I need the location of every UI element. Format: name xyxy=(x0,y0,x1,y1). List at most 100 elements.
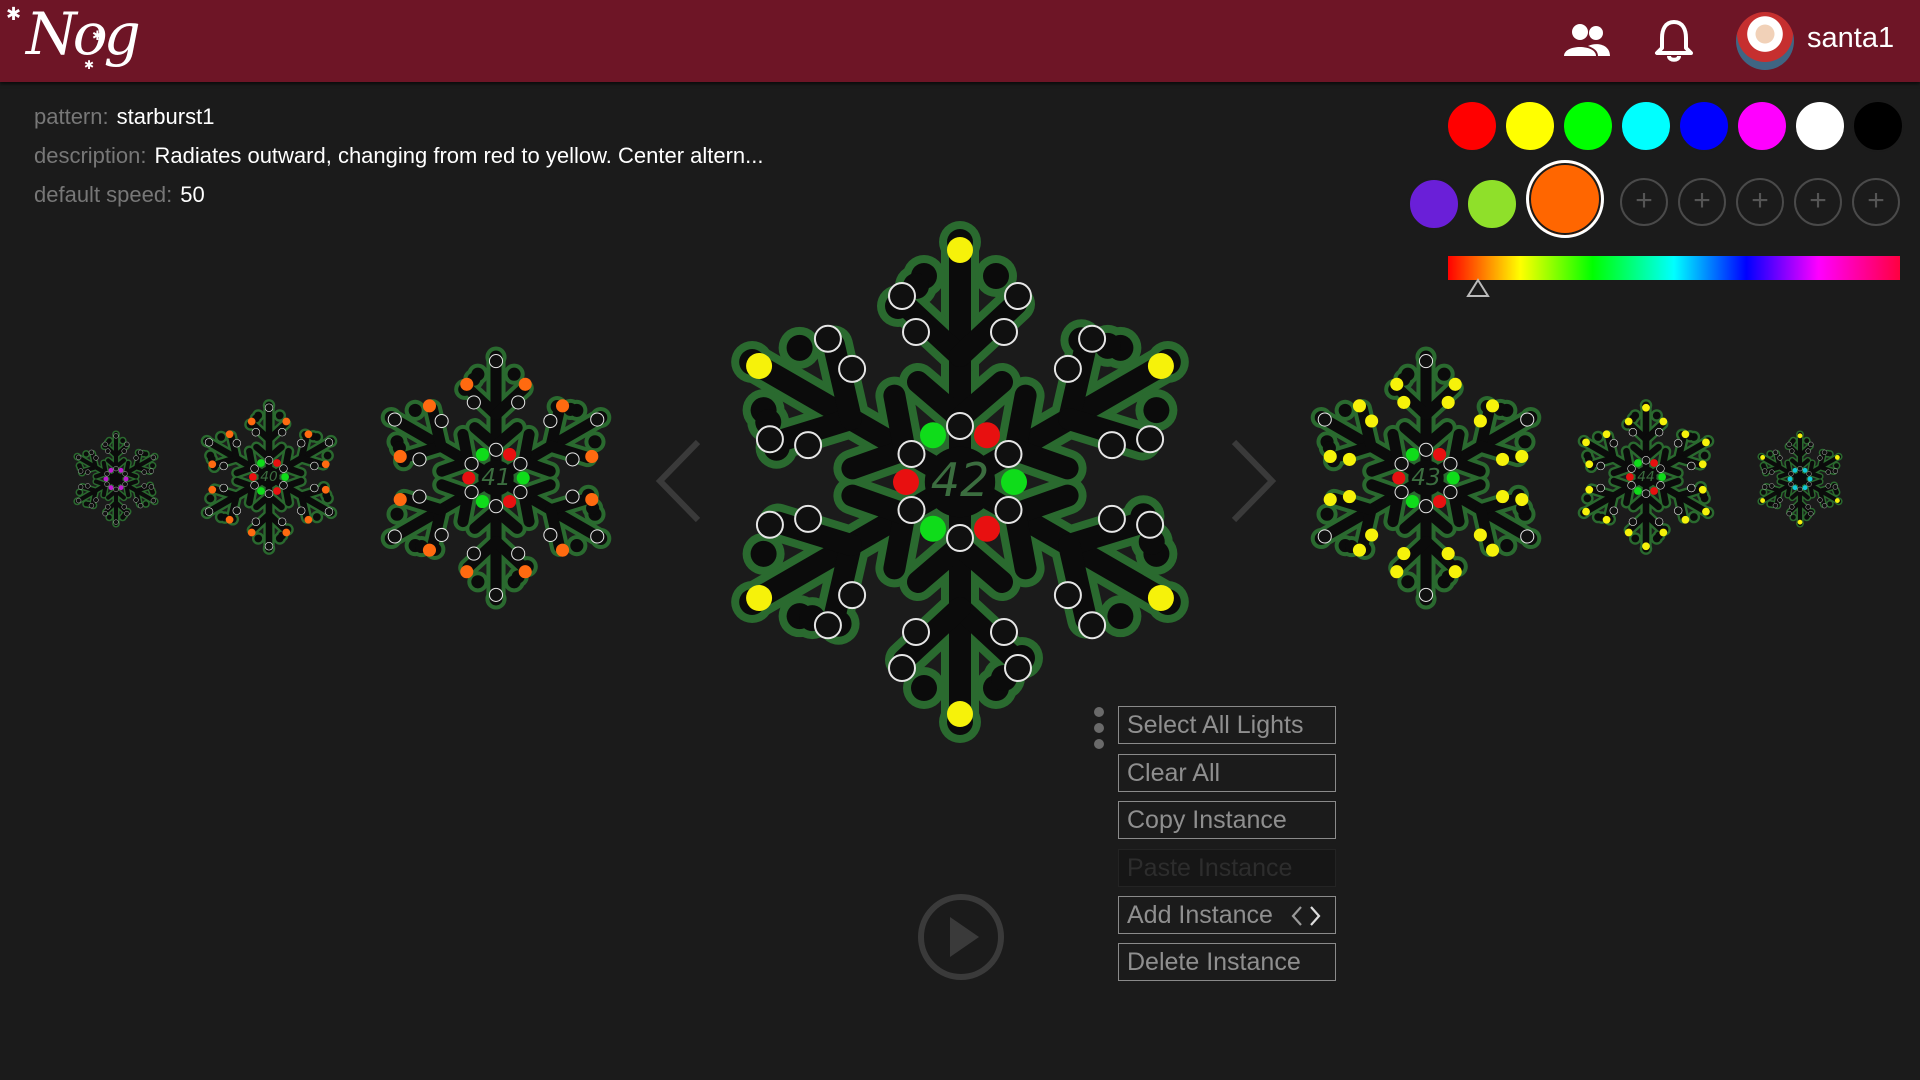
light-bulb[interactable] xyxy=(1786,511,1792,517)
light-bulb[interactable] xyxy=(1418,354,1434,369)
light-bulb[interactable] xyxy=(393,493,407,507)
light-bulb[interactable] xyxy=(1786,441,1792,447)
light-bulb[interactable] xyxy=(78,484,84,490)
light-bulb[interactable] xyxy=(920,515,946,542)
light-bulb[interactable] xyxy=(488,442,504,457)
light-bulb[interactable] xyxy=(1832,468,1838,474)
light-bulb[interactable] xyxy=(794,504,823,533)
light-bulb[interactable] xyxy=(124,511,130,517)
light-bulb[interactable] xyxy=(1004,282,1032,310)
light-bulb[interactable] xyxy=(1582,507,1590,516)
light-bulb[interactable] xyxy=(1405,495,1419,509)
light-bulb[interactable] xyxy=(1352,543,1366,557)
light-bulb[interactable] xyxy=(990,318,1018,346)
people-icon[interactable] xyxy=(1562,22,1612,58)
light-bulb[interactable] xyxy=(1760,498,1766,503)
light-bulb[interactable] xyxy=(113,519,119,525)
snowflake-next[interactable]: 43 xyxy=(1296,330,1556,626)
light-bulb[interactable] xyxy=(511,546,526,561)
light-bulb[interactable] xyxy=(990,618,1018,646)
color-swatch[interactable] xyxy=(1678,100,1730,152)
light-bulb[interactable] xyxy=(1687,483,1696,493)
light-bulb[interactable] xyxy=(1323,449,1337,463)
light-bulb[interactable] xyxy=(513,456,528,471)
light-bulb[interactable] xyxy=(1394,485,1409,500)
light-bulb[interactable] xyxy=(1317,529,1332,544)
light-bulb[interactable] xyxy=(434,527,449,543)
light-bulb[interactable] xyxy=(1418,442,1434,457)
light-bulb[interactable] xyxy=(1053,581,1082,610)
light-bulb[interactable] xyxy=(1097,504,1126,533)
light-bulb[interactable] xyxy=(1762,484,1768,490)
light-bulb[interactable] xyxy=(324,507,334,516)
light-bulb[interactable] xyxy=(1797,519,1803,525)
light-bulb[interactable] xyxy=(122,471,128,477)
light-bulb[interactable] xyxy=(137,503,144,509)
light-bulb[interactable] xyxy=(78,468,84,474)
light-bulb[interactable] xyxy=(1317,412,1332,427)
snowflake-previous[interactable]: 41 xyxy=(366,330,626,626)
light-bulb[interactable] xyxy=(503,495,517,509)
light-bulb[interactable] xyxy=(1136,510,1165,539)
light-bulb[interactable] xyxy=(794,431,823,460)
light-bulb[interactable] xyxy=(102,511,108,517)
light-bulb[interactable] xyxy=(1397,547,1411,561)
light-bulb[interactable] xyxy=(1627,481,1636,490)
light-bulb[interactable] xyxy=(208,485,217,494)
light-bulb[interactable] xyxy=(251,517,261,526)
light-bulb[interactable] xyxy=(122,481,128,487)
light-bulb[interactable] xyxy=(475,495,489,509)
light-bulb[interactable] xyxy=(1808,441,1814,447)
light-bulb[interactable] xyxy=(1585,460,1594,469)
bell-icon[interactable] xyxy=(1654,18,1694,62)
light-bulb[interactable] xyxy=(488,499,504,514)
next-arrow-icon[interactable] xyxy=(1228,438,1280,524)
light-bulb[interactable] xyxy=(88,449,95,455)
light-bulb[interactable] xyxy=(1433,447,1447,461)
add-instance-button[interactable]: Add Instance xyxy=(1118,896,1336,934)
light-bulb[interactable] xyxy=(1681,430,1690,439)
light-bulb[interactable] xyxy=(1392,471,1406,485)
light-bulb[interactable] xyxy=(1698,460,1707,469)
light-bulb[interactable] xyxy=(1805,504,1811,510)
color-spectrum-slider[interactable] xyxy=(1448,256,1900,280)
light-bulb[interactable] xyxy=(108,467,114,473)
light-bulb[interactable] xyxy=(1596,461,1605,471)
light-bulb[interactable] xyxy=(225,430,234,439)
light-bulb[interactable] xyxy=(250,464,259,473)
light-bulb[interactable] xyxy=(219,461,228,471)
light-bulb[interactable] xyxy=(1681,515,1690,524)
user-name[interactable]: santa1 xyxy=(1807,22,1894,55)
light-bulb[interactable] xyxy=(249,473,257,481)
color-swatch[interactable] xyxy=(1446,100,1498,152)
light-bulb[interactable] xyxy=(1446,471,1460,485)
light-bulb[interactable] xyxy=(1136,425,1165,454)
play-button-icon[interactable] xyxy=(916,892,1006,982)
light-bulb[interactable] xyxy=(1760,455,1766,460)
light-bulb[interactable] xyxy=(1687,461,1696,471)
light-bulb[interactable] xyxy=(282,528,291,537)
light-bulb[interactable] xyxy=(277,517,287,526)
light-bulb[interactable] xyxy=(1626,473,1634,481)
light-bulb[interactable] xyxy=(1789,448,1795,454)
light-bulb[interactable] xyxy=(264,542,274,551)
light-bulb[interactable] xyxy=(511,395,526,410)
light-bulb[interactable] xyxy=(1641,489,1651,498)
light-bulb[interactable] xyxy=(321,485,330,494)
light-bulb[interactable] xyxy=(1443,456,1458,471)
light-bulb[interactable] xyxy=(1797,433,1803,439)
light-bulb[interactable] xyxy=(1702,507,1710,516)
selected-color-swatch[interactable] xyxy=(1526,160,1604,238)
light-bulb[interactable] xyxy=(123,476,129,482)
color-swatch[interactable] xyxy=(1794,100,1846,152)
light-bulb[interactable] xyxy=(1777,497,1783,503)
light-bulb[interactable] xyxy=(813,611,842,640)
light-bulb[interactable] xyxy=(141,469,147,475)
light-bulb[interactable] xyxy=(321,460,330,469)
light-bulb[interactable] xyxy=(118,467,124,473)
light-bulb[interactable] xyxy=(1702,438,1710,447)
light-bulb[interactable] xyxy=(104,481,110,487)
light-bulb[interactable] xyxy=(88,503,95,509)
light-bulb[interactable] xyxy=(1443,485,1458,500)
light-bulb[interactable] xyxy=(590,529,605,544)
